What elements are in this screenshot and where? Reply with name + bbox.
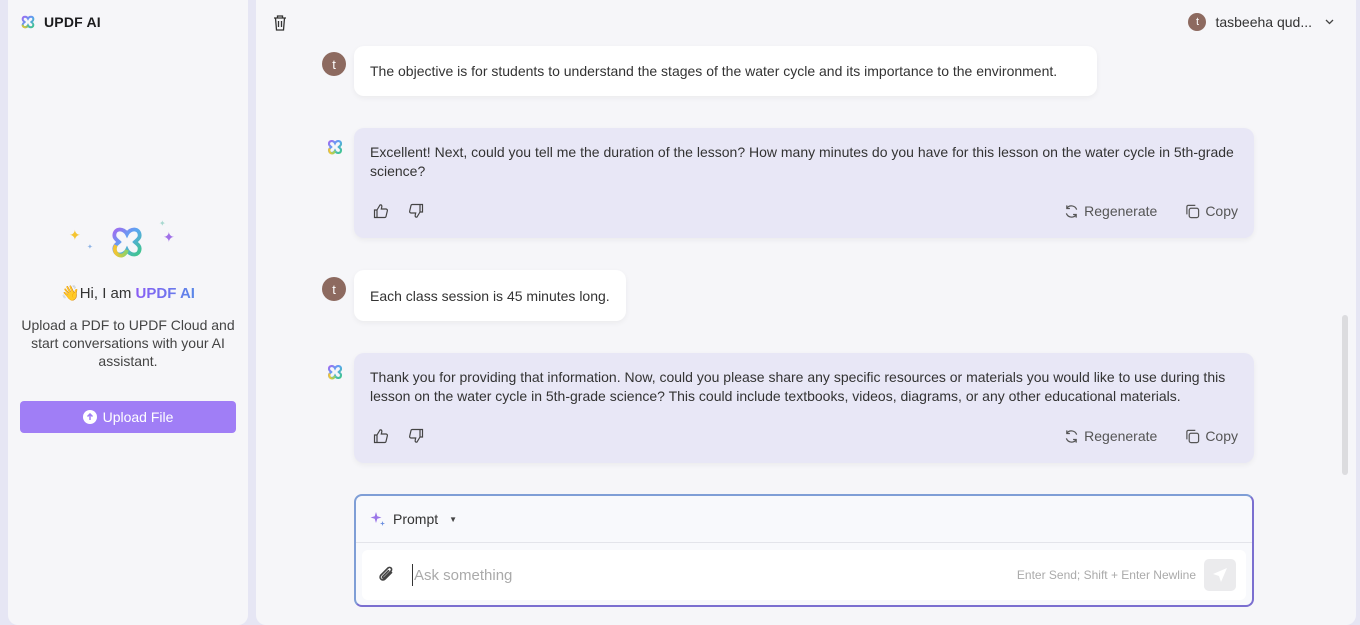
greeting: 👋Hi, I am UPDF AI	[8, 284, 248, 302]
message-text: Each class session is 45 minutes long.	[370, 287, 610, 304]
thumbs-up-icon[interactable]	[370, 200, 392, 222]
copy-button[interactable]: Copy	[1185, 202, 1238, 221]
copy-label: Copy	[1205, 427, 1238, 444]
user-menu[interactable]: t tasbeeha qud...	[1188, 13, 1334, 31]
input-row: Enter Send; Shift + Enter Newline	[362, 550, 1246, 600]
greeting-prefix: Hi, I am	[79, 285, 136, 302]
keyboard-hint: Enter Send; Shift + Enter Newline	[1016, 568, 1196, 582]
paperclip-icon[interactable]	[376, 564, 398, 586]
hero-graphic: ✦ ✦ ✦ ✦	[63, 218, 193, 278]
regenerate-button[interactable]: Regenerate	[1064, 202, 1157, 221]
refresh-icon	[1065, 429, 1078, 443]
thumbs-up-icon[interactable]	[370, 425, 392, 447]
sidebar: UPDF AI ✦ ✦ ✦ ✦ 👋Hi, I am UPDF AI Upload…	[8, 0, 248, 625]
chat-scrollbar[interactable]	[1342, 315, 1348, 475]
welcome-hero: ✦ ✦ ✦ ✦ 👋Hi, I am UPDF AI Upload a PDF t…	[8, 218, 248, 370]
composer: Prompt ▼ Enter Send; Shift + Enter Newli…	[354, 494, 1254, 607]
user-name: tasbeeha qud...	[1215, 14, 1312, 30]
greeting-accent: UPDF AI	[135, 285, 195, 302]
delete-chat-icon[interactable]	[272, 14, 288, 32]
assistant-avatar-icon	[327, 365, 343, 380]
message-text: Excellent! Next, could you tell me the d…	[370, 144, 1234, 179]
regenerate-button[interactable]: Regenerate	[1064, 427, 1157, 446]
regenerate-label: Regenerate	[1084, 427, 1158, 444]
sparkle-icon: ✦	[69, 227, 81, 243]
ask-input[interactable]	[412, 564, 1017, 586]
brand: UPDF AI	[20, 14, 101, 30]
message-text: The objective is for students to underst…	[370, 63, 1058, 79]
chevron-down-icon	[1325, 17, 1334, 28]
message-actions: Regenerate Copy	[370, 425, 1238, 447]
updf-logo-icon	[21, 15, 35, 29]
thumbs-down-icon[interactable]	[405, 425, 427, 447]
send-icon	[1213, 568, 1227, 582]
brand-name: UPDF AI	[44, 14, 101, 30]
sparkle-icon: ✦	[159, 219, 166, 228]
message-actions: Regenerate Copy	[370, 200, 1238, 222]
welcome-description: Upload a PDF to UPDF Cloud and start con…	[21, 317, 235, 369]
send-button[interactable]	[1204, 559, 1236, 591]
upload-file-button[interactable]: Upload File	[20, 401, 236, 433]
user-message: Each class session is 45 minutes long.	[354, 270, 626, 321]
caret-down-icon[interactable]: ▼	[449, 515, 457, 524]
upload-arrow-icon	[82, 410, 97, 424]
copy-icon	[1186, 429, 1200, 443]
sparkle-icon: ✦	[163, 229, 175, 245]
copy-icon	[1186, 204, 1200, 218]
user-message: The objective is for students to underst…	[354, 46, 1097, 96]
updf-logo-icon	[112, 227, 142, 258]
message-text: Thank you for providing that information…	[370, 369, 1226, 404]
wave-emoji-icon: 👋	[61, 285, 80, 302]
sparkle-icon	[370, 512, 385, 526]
thumbs-down-icon[interactable]	[405, 200, 427, 222]
chat-panel: t tasbeeha qud... t The objective is for…	[256, 0, 1356, 625]
upload-file-label: Upload File	[102, 409, 174, 425]
assistant-avatar-icon	[327, 140, 343, 155]
sparkle-icon: ✦	[87, 244, 93, 251]
regenerate-label: Regenerate	[1084, 202, 1158, 219]
copy-button[interactable]: Copy	[1185, 427, 1238, 446]
copy-label: Copy	[1205, 202, 1238, 219]
prompt-mode-label: Prompt	[393, 511, 439, 527]
user-message-avatar: t	[322, 277, 346, 301]
user-avatar: t	[1188, 13, 1207, 31]
refresh-icon	[1065, 204, 1078, 218]
assistant-message: Excellent! Next, could you tell me the d…	[354, 128, 1254, 238]
assistant-message: Thank you for providing that information…	[354, 353, 1254, 463]
user-message-avatar: t	[322, 52, 346, 76]
prompt-selector[interactable]: Prompt ▼	[356, 496, 1252, 543]
